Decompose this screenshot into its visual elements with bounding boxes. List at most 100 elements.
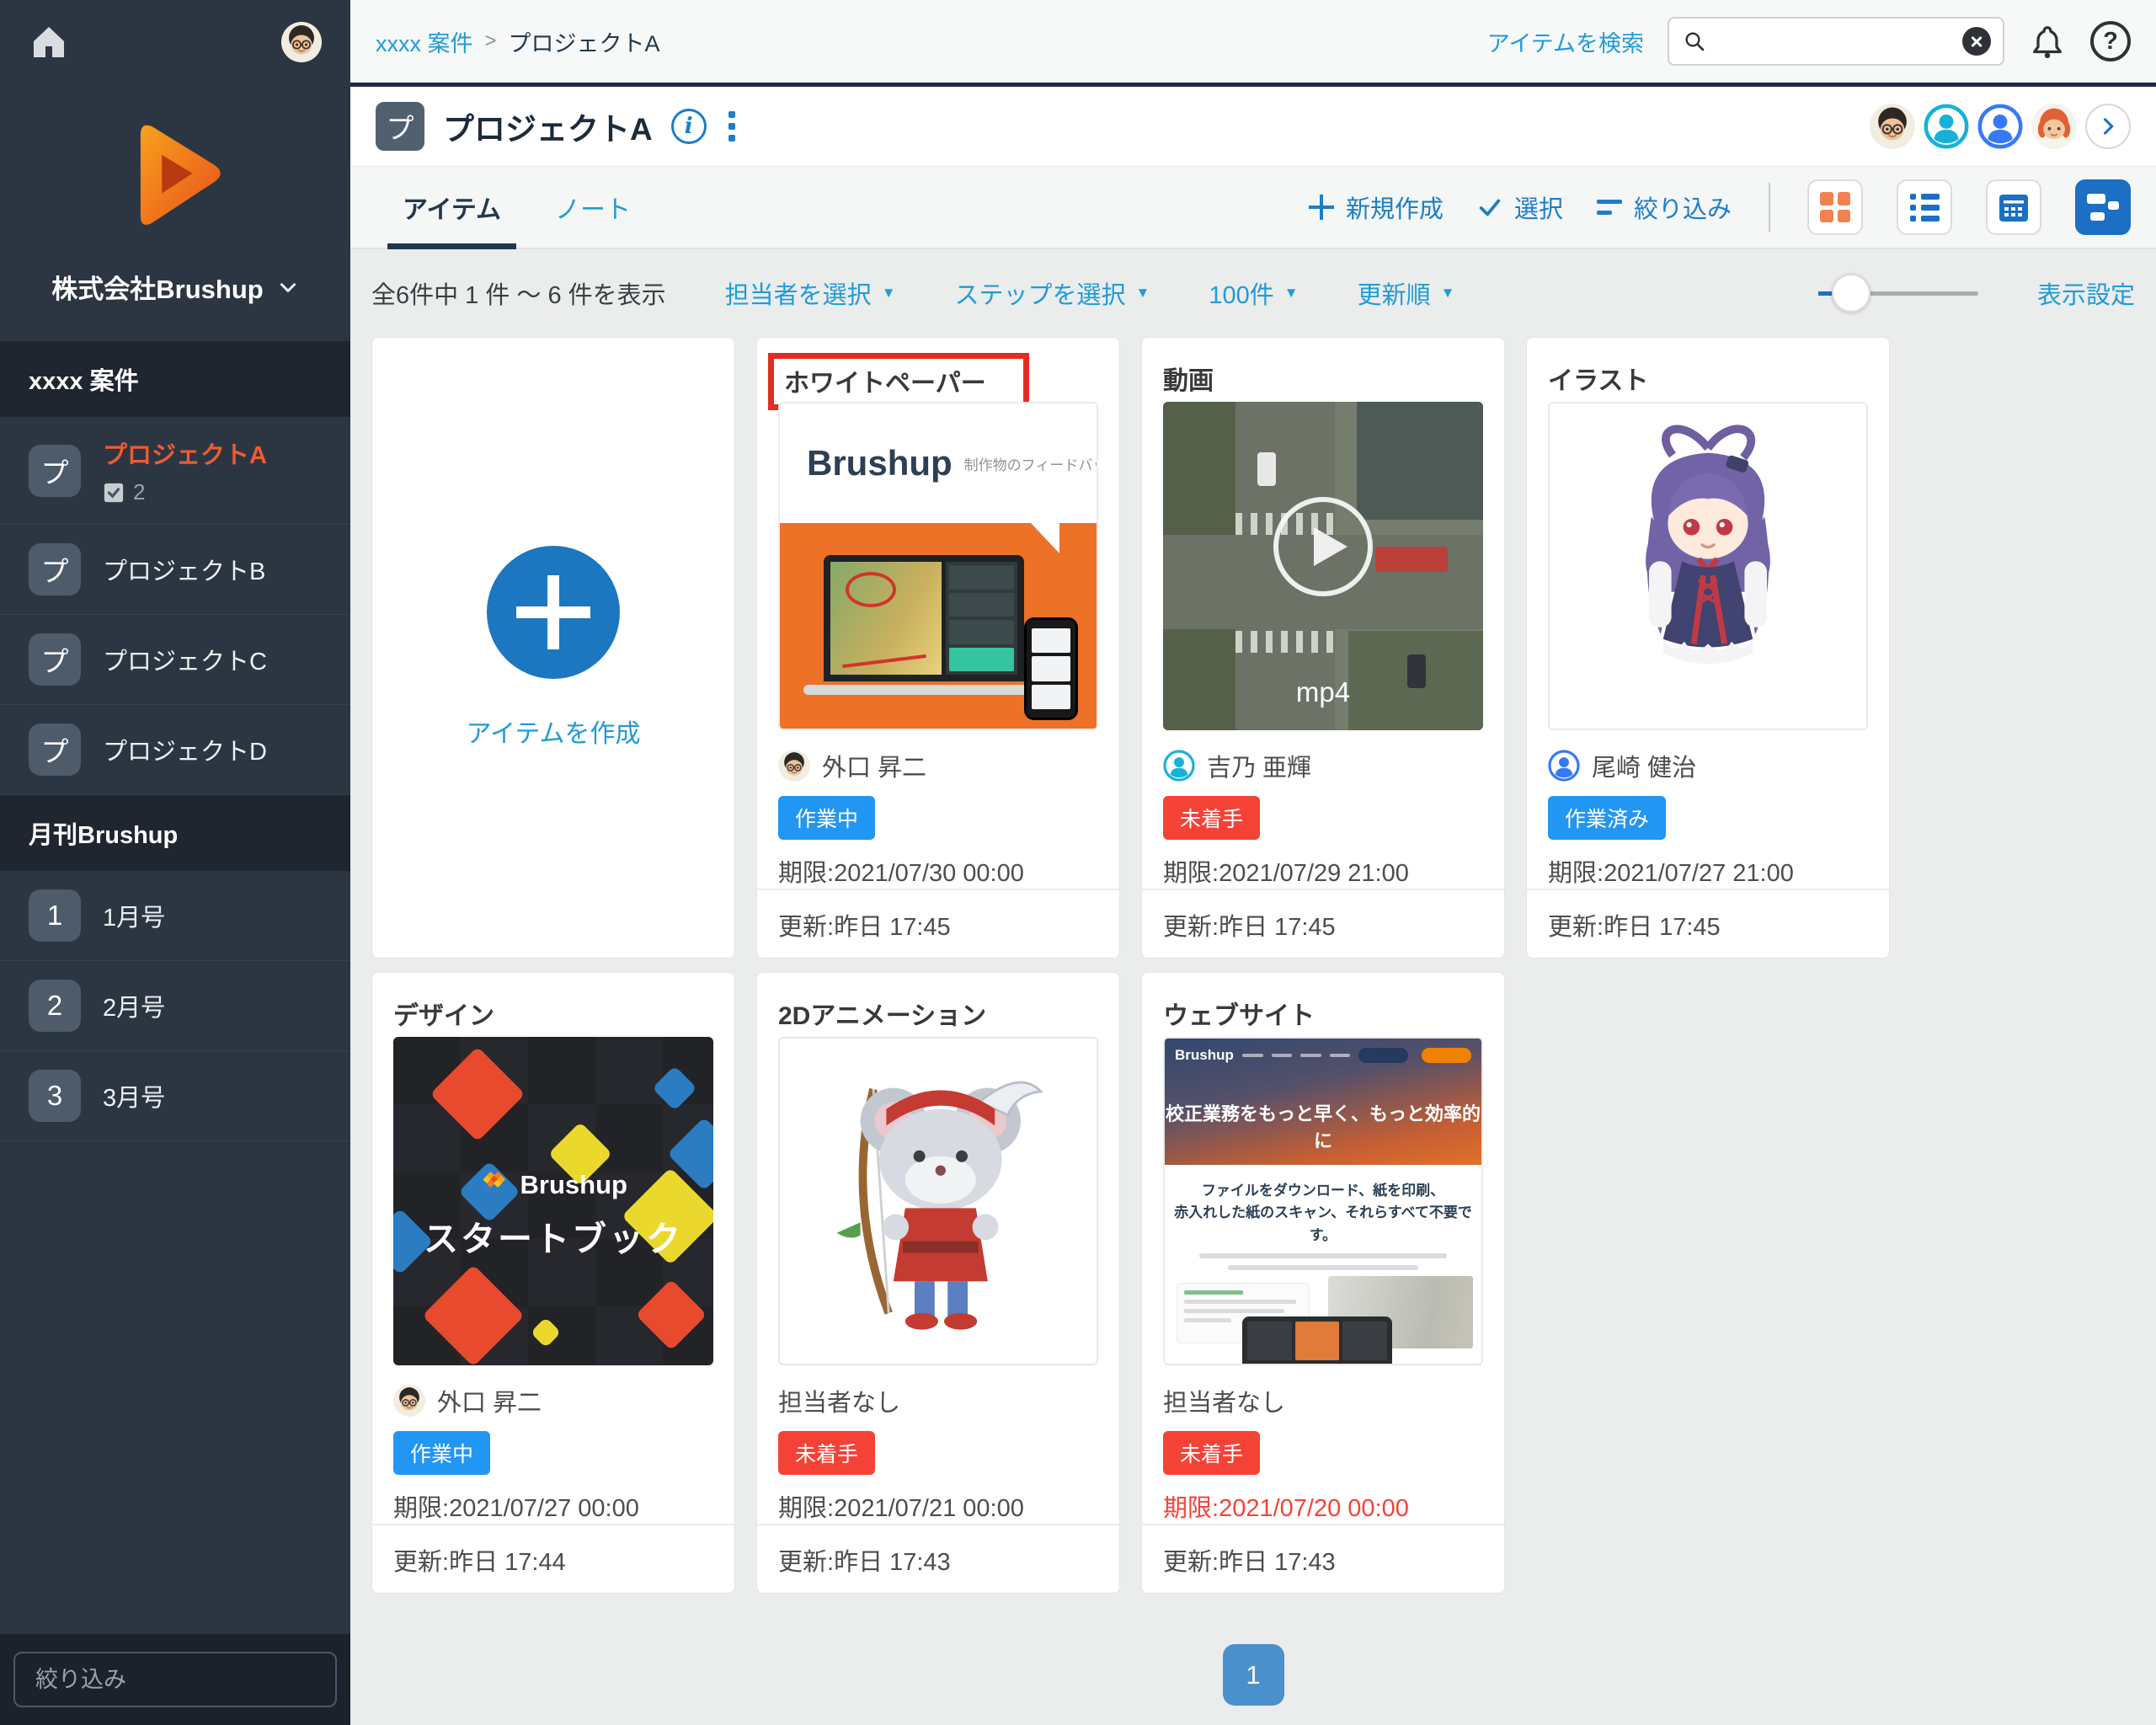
- no-assignee-label: 担当者なし: [1163, 1383, 1285, 1418]
- project-icon: プ: [376, 102, 424, 151]
- topbar-right: アイテムを検索 ?: [1487, 17, 2131, 66]
- tab-notes[interactable]: ノート: [528, 167, 658, 248]
- chevron-down-icon: [277, 276, 299, 298]
- deadline-text: 期限:2021/07/27 00:00: [393, 1488, 713, 1524]
- filter-row: 全6件中 1 件 〜 6 件を表示 担当者を選択▼ ステップを選択▼ 100件▼…: [371, 249, 2135, 337]
- view-calendar-button[interactable]: [1986, 179, 2041, 235]
- page-size-dropdown[interactable]: 100件▼: [1209, 275, 1298, 311]
- item-thumbnail[interactable]: Brushup 制作物のフィードバックに生産: [778, 402, 1098, 730]
- toolbar: 新規作成 選択 絞り込み: [1309, 179, 2131, 235]
- item-thumbnail[interactable]: [778, 1037, 1098, 1365]
- item-thumbnail[interactable]: Brushup スタートブック: [393, 1037, 713, 1365]
- display-settings-link[interactable]: 表示設定: [2037, 275, 2135, 311]
- clear-search-icon[interactable]: [1962, 27, 1991, 56]
- updated-text: 更新:昨日 17:44: [372, 1524, 734, 1598]
- item-card-2danimation[interactable]: 2Dアニメーション: [756, 972, 1120, 1594]
- item-card-whitepaper[interactable]: ホワイトペーパー Brushup 制作物のフィードバックに生産: [756, 337, 1120, 959]
- search-box: [1668, 17, 2004, 66]
- create-item-card[interactable]: アイテムを作成: [371, 337, 735, 959]
- create-new-button[interactable]: 新規作成: [1309, 190, 1444, 225]
- sidebar-filter-input[interactable]: [13, 1652, 337, 1707]
- sidebar-item-project-d[interactable]: プ プロジェクトD: [0, 705, 350, 795]
- item-title: ウェブサイト: [1163, 973, 1483, 1037]
- brushup-logo-mark-icon: [479, 1171, 508, 1199]
- sidebar-item-issue-3[interactable]: 3 3月号: [0, 1051, 350, 1141]
- topbar: xxxx 案件 > プロジェクトA アイテムを検索 ?: [350, 0, 2156, 83]
- toolbar-divider: [1769, 183, 1770, 232]
- sidebar-item-issue-1[interactable]: 1 1月号: [0, 871, 350, 961]
- more-menu-icon[interactable]: [728, 111, 735, 142]
- status-badge: 未着手: [1163, 1431, 1260, 1475]
- info-icon[interactable]: i: [671, 109, 707, 144]
- deadline-text: 期限:2021/07/29 21:00: [1163, 853, 1483, 889]
- sidebar-top: [0, 0, 350, 84]
- item-card-illustration[interactable]: イラスト: [1526, 337, 1890, 959]
- item-title: デザイン: [393, 973, 713, 1037]
- status-badge: 作業中: [778, 796, 875, 840]
- main-area: xxxx 案件 > プロジェクトA アイテムを検索 ? プ プロジェクトA i: [350, 0, 2156, 1725]
- filter-button[interactable]: 絞り込み: [1597, 190, 1732, 225]
- search-input[interactable]: [1718, 29, 1952, 55]
- assignee-row: 尾崎 健治: [1548, 747, 1868, 784]
- assignee-avatar: [1163, 750, 1195, 782]
- item-card-website[interactable]: ウェブサイト Brushup 校正業務をもっと早く、もっと効率的に ファイルをダ…: [1141, 972, 1505, 1594]
- sidebar-item-project-a[interactable]: プ プロジェクトA 2: [0, 417, 350, 525]
- assignee-dropdown[interactable]: 担当者を選択▼: [725, 275, 896, 311]
- project-icon: プ: [29, 543, 81, 595]
- item-card-design[interactable]: デザイン Brushup スタートブック: [371, 972, 735, 1594]
- assignee-avatar: [393, 1385, 425, 1417]
- no-assignee-label: 担当者なし: [778, 1383, 900, 1418]
- view-board-button[interactable]: [2075, 179, 2131, 235]
- tab-items[interactable]: アイテム: [376, 167, 528, 248]
- assignee-row: 担当者なし: [778, 1382, 1098, 1419]
- check-square-icon: [103, 482, 125, 504]
- member-avatar[interactable]: [1977, 104, 2023, 149]
- member-avatar[interactable]: [1924, 104, 1969, 149]
- step-dropdown[interactable]: ステップを選択▼: [955, 275, 1150, 311]
- updated-text: 更新:昨日 17:45: [1142, 889, 1504, 963]
- play-icon[interactable]: [1273, 497, 1373, 596]
- assignee-row: 吉乃 亜輝: [1163, 747, 1483, 784]
- assignee-row: 外口 昇二: [393, 1382, 713, 1419]
- project-icon: プ: [29, 445, 81, 497]
- item-title: イラスト: [1548, 338, 1868, 402]
- workspace-switcher[interactable]: 株式会社Brushup: [0, 268, 350, 306]
- help-icon[interactable]: ?: [2090, 21, 2131, 61]
- content-area: 全6件中 1 件 〜 6 件を表示 担当者を選択▼ ステップを選択▼ 100件▼…: [350, 249, 2156, 1725]
- user-avatar[interactable]: [281, 22, 322, 62]
- notifications-bell-icon[interactable]: [2028, 22, 2067, 61]
- sort-dropdown[interactable]: 更新順▼: [1358, 275, 1455, 311]
- item-thumbnail[interactable]: mp4: [1163, 402, 1483, 730]
- sidebar-item-project-b[interactable]: プ プロジェクトB: [0, 525, 350, 615]
- page-1-button[interactable]: 1: [1223, 1644, 1284, 1706]
- assignee-row: 外口 昇二: [778, 747, 1098, 784]
- select-button[interactable]: 選択: [1477, 190, 1563, 225]
- plus-icon: [1309, 195, 1334, 220]
- issue-icon: 2: [29, 980, 81, 1032]
- deadline-text: 期限:2021/07/21 00:00: [778, 1488, 1098, 1524]
- item-thumbnail[interactable]: Brushup 校正業務をもっと早く、もっと効率的に ファイルをダウンロード、紙…: [1163, 1037, 1483, 1365]
- website-lower: [1165, 1281, 1481, 1364]
- home-icon[interactable]: [29, 22, 69, 62]
- slider-thumb[interactable]: [1832, 274, 1870, 312]
- sidebar-item-project-c[interactable]: プ プロジェクトC: [0, 615, 350, 705]
- search-items-link[interactable]: アイテムを検索: [1487, 25, 1644, 58]
- thumbnail-size-slider[interactable]: [1818, 274, 1978, 312]
- sidebar-item-label: プロジェクトA: [103, 435, 267, 471]
- item-thumbnail[interactable]: [1548, 402, 1868, 730]
- member-avatar[interactable]: [2031, 104, 2077, 149]
- view-grid-button[interactable]: [1807, 179, 1863, 235]
- status-badge: 未着手: [778, 1431, 875, 1475]
- sidebar-filter-area: [0, 1634, 350, 1725]
- item-title: 2Dアニメーション: [778, 973, 1098, 1037]
- sidebar-item-issue-2[interactable]: 2 2月号: [0, 961, 350, 1051]
- plus-circle-icon[interactable]: [487, 546, 620, 679]
- breadcrumb-parent-link[interactable]: xxxx 案件: [376, 25, 473, 58]
- view-list-button[interactable]: [1897, 179, 1952, 235]
- filter-icon: [1597, 200, 1622, 215]
- anime-girl-art: [1590, 413, 1826, 719]
- expand-members-button[interactable]: [2085, 104, 2131, 149]
- item-card-video[interactable]: 動画 mp4 吉乃 亜輝 未着手: [1141, 337, 1505, 959]
- member-avatar[interactable]: [1870, 104, 1915, 149]
- brushup-logo-icon: [0, 109, 350, 243]
